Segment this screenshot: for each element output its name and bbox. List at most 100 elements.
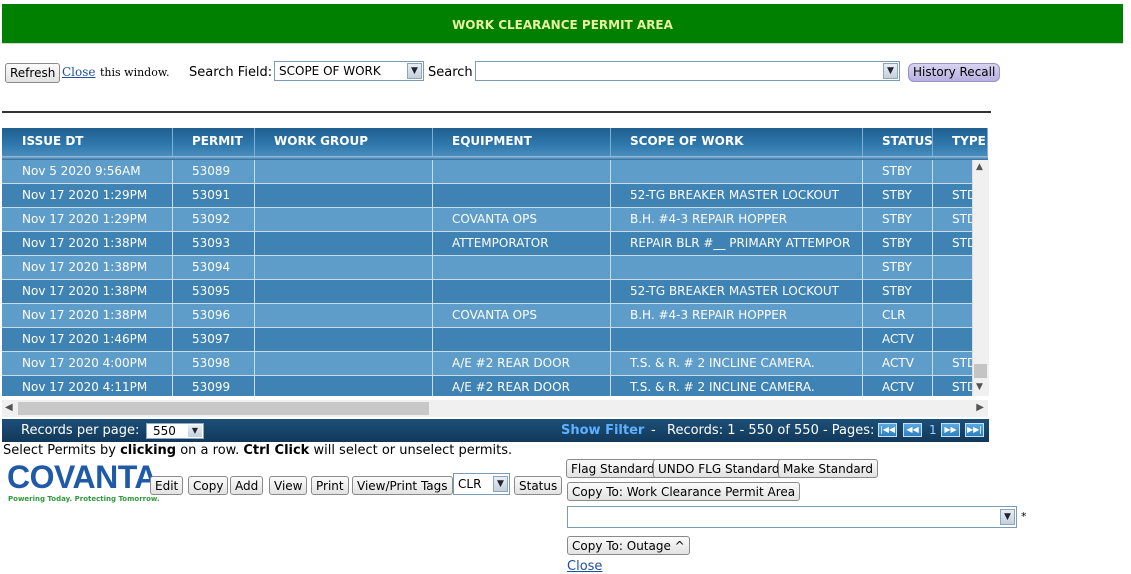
records-per-page-value: 550 <box>153 424 176 438</box>
pager-dash: - <box>651 423 656 438</box>
first-page-icon[interactable]: |◀◀ <box>878 423 897 437</box>
column-header-work-group[interactable]: WORK GROUP <box>255 128 433 156</box>
scroll-up-icon[interactable]: ▲ <box>976 162 983 172</box>
cell-work-group <box>255 160 433 183</box>
cell-status: ACTV <box>863 352 933 375</box>
divider <box>2 111 991 113</box>
table-row[interactable]: Nov 17 2020 4:11PM 53099 A/E #2 REAR DOOR T… <box>2 376 988 396</box>
instruction-bold-1: clicking <box>120 443 177 458</box>
instruction-text-3: will select or unselect permits. <box>309 443 513 458</box>
column-header-issue-dt[interactable]: ISSUE DT <box>2 128 173 156</box>
cell-equipment <box>433 184 611 207</box>
table-row[interactable]: Nov 17 2020 1:46PM 53097 ACTV <box>2 328 988 352</box>
cell-issue-dt: Nov 17 2020 4:11PM <box>2 376 173 396</box>
cell-status: STBY <box>863 232 933 255</box>
cell-issue-dt: Nov 17 2020 1:38PM <box>2 304 173 327</box>
cell-permit: 53096 <box>173 304 255 327</box>
cell-work-group <box>255 376 433 396</box>
table-row[interactable]: Nov 17 2020 4:00PM 53098 A/E #2 REAR DOOR T… <box>2 352 988 376</box>
history-recall-button[interactable]: History Recall <box>908 63 1001 82</box>
cell-work-group <box>255 304 433 327</box>
undo-flag-standard-button[interactable]: UNDO FLG Standard <box>653 459 785 478</box>
copy-button[interactable]: Copy <box>188 476 229 495</box>
permit-grid: ISSUE DT PERMIT WORK GROUP EQUIPMENT REQ… <box>2 128 988 396</box>
scroll-thumb[interactable] <box>974 364 987 378</box>
table-row[interactable]: Nov 5 2020 9:56AM 53089 STBY <box>2 160 988 184</box>
close-window-text: this window. <box>100 66 170 79</box>
column-header-type[interactable]: TYPE <box>933 128 988 156</box>
hscroll-thumb[interactable] <box>18 402 429 415</box>
cell-status: STBY <box>863 280 933 303</box>
scroll-right-icon[interactable]: ▶ <box>976 402 984 413</box>
cell-scope <box>611 328 863 351</box>
search-input[interactable]: ▼ <box>475 61 900 81</box>
flag-standard-button[interactable]: Flag Standard <box>566 459 660 478</box>
show-filter-link[interactable]: Show Filter <box>561 423 644 438</box>
copy-to-outage-button[interactable]: Copy To: Outage ^ <box>567 536 690 555</box>
records-per-page-select[interactable]: 550 ▼ <box>146 423 204 439</box>
chevron-down-icon: ▼ <box>883 63 898 79</box>
cell-equipment: COVANTA OPS <box>433 304 611 327</box>
search-field-label: Search Field: <box>189 65 273 80</box>
column-header-permit[interactable]: PERMIT <box>173 128 255 156</box>
cell-permit: 53089 <box>173 160 255 183</box>
cell-issue-dt: Nov 17 2020 1:38PM <box>2 232 173 255</box>
close-window-link[interactable]: Close <box>62 65 96 79</box>
refresh-button[interactable]: Refresh <box>5 63 61 83</box>
instruction-bold-2: Ctrl Click <box>243 443 310 458</box>
cell-permit: 53091 <box>173 184 255 207</box>
next-page-icon[interactable]: ▶▶ <box>941 423 960 437</box>
copy-target-select[interactable]: ▼ <box>567 506 1017 528</box>
column-header-status[interactable]: STATUS <box>863 128 933 156</box>
make-standard-button[interactable]: Make Standard <box>778 459 879 478</box>
scroll-down-icon[interactable]: ▼ <box>976 382 983 392</box>
prev-page-icon[interactable]: ◀◀ <box>903 423 922 437</box>
column-header-equipment[interactable]: EQUIPMENT REQUESTED <box>433 128 611 175</box>
current-page[interactable]: 1 <box>929 423 937 437</box>
cell-scope: B.H. #4-3 REPAIR HOPPER <box>611 208 863 231</box>
chevron-down-icon: ▼ <box>1000 509 1015 525</box>
cell-equipment <box>433 160 611 183</box>
copy-to-wcp-button[interactable]: Copy To: Work Clearance Permit Area <box>567 482 801 501</box>
view-print-tags-button[interactable]: View/Print Tags <box>352 476 453 495</box>
status-select-value: CLR <box>458 477 482 491</box>
cell-equipment: COVANTA OPS <box>433 208 611 231</box>
scroll-left-icon[interactable]: ◀ <box>5 402 13 413</box>
cell-scope: T.S. & R. # 2 INCLINE CAMERA. <box>611 352 863 375</box>
cell-permit: 53092 <box>173 208 255 231</box>
cell-permit: 53095 <box>173 280 255 303</box>
status-select[interactable]: CLR ▼ <box>453 473 510 495</box>
horizontal-scrollbar[interactable]: ◀ ▶ <box>2 400 988 417</box>
last-page-icon[interactable]: ▶▶| <box>965 423 984 437</box>
table-row[interactable]: Nov 17 2020 1:38PM 53093 ATTEMPORATOR REPAI… <box>2 232 988 256</box>
print-button[interactable]: Print <box>311 476 349 495</box>
cell-work-group <box>255 280 433 303</box>
chevron-down-icon: ▼ <box>407 63 422 79</box>
logo-tagline: Powering Today. Protecting Tomorrow. <box>8 495 160 503</box>
cell-scope: B.H. #4-3 REPAIR HOPPER <box>611 304 863 327</box>
table-row[interactable]: Nov 17 2020 1:38PM 53096 COVANTA OPS B.H. #… <box>2 304 988 328</box>
search-field-select[interactable]: SCOPE OF WORK ▼ <box>274 61 424 81</box>
cell-issue-dt: Nov 5 2020 9:56AM <box>2 160 173 183</box>
cell-work-group <box>255 256 433 279</box>
table-row[interactable]: Nov 17 2020 1:38PM 53095 52-TG BREAKER MAS… <box>2 280 988 304</box>
cell-status: ACTV <box>863 376 933 396</box>
cell-scope <box>611 256 863 279</box>
instruction-text-2: on a row. <box>176 443 244 458</box>
cell-issue-dt: Nov 17 2020 1:38PM <box>2 256 173 279</box>
column-header-scope[interactable]: SCOPE OF WORK <box>611 128 863 156</box>
edit-button[interactable]: Edit <box>150 476 184 495</box>
close-link[interactable]: Close <box>567 559 602 574</box>
cell-issue-dt: Nov 17 2020 4:00PM <box>2 352 173 375</box>
table-row[interactable]: Nov 17 2020 1:29PM 53091 52-TG BREAKER MAS… <box>2 184 988 208</box>
cell-work-group <box>255 208 433 231</box>
cell-work-group <box>255 328 433 351</box>
cell-status: STBY <box>863 256 933 279</box>
vertical-scrollbar[interactable]: ▲ ▼ <box>972 160 989 396</box>
add-button[interactable]: Add <box>230 476 264 495</box>
table-row[interactable]: Nov 17 2020 1:29PM 53092 COVANTA OPS B.H. #… <box>2 208 988 232</box>
table-row[interactable]: Nov 17 2020 1:38PM 53094 STBY <box>2 256 988 280</box>
status-button[interactable]: Status <box>514 476 563 495</box>
view-button[interactable]: View <box>269 476 308 495</box>
cell-equipment <box>433 280 611 303</box>
